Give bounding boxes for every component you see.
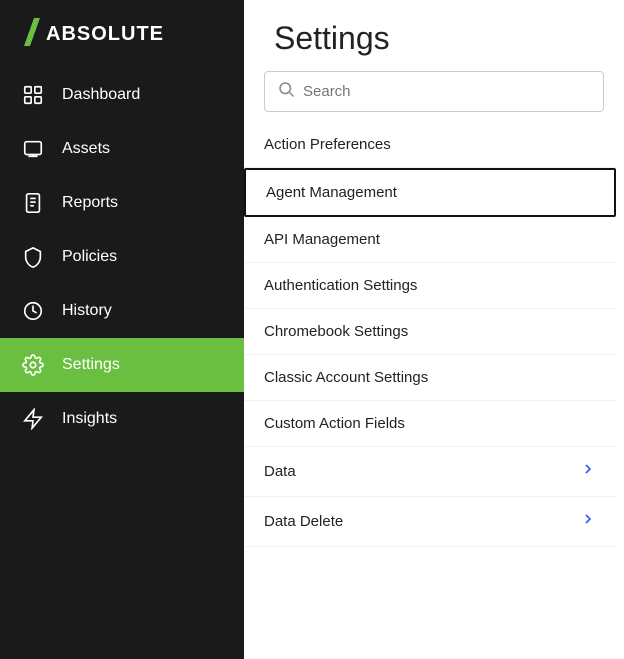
sidebar-item-history[interactable]: History [0, 284, 244, 338]
menu-item-label: API Management [264, 231, 380, 248]
sidebar: ABSOLUTE Dashboard Assets Reports Polic [0, 0, 244, 659]
logo-text: ABSOLUTE [46, 23, 164, 46]
sidebar-label-settings: Settings [62, 356, 120, 374]
sidebar-item-dashboard[interactable]: Dashboard [0, 68, 244, 122]
search-box [264, 71, 604, 112]
policies-icon [20, 244, 46, 270]
chevron-right-icon [580, 461, 596, 482]
assets-icon [20, 136, 46, 162]
sidebar-label-history: History [62, 302, 112, 320]
menu-item-authentication-settings[interactable]: Authentication Settings [244, 263, 616, 309]
sidebar-label-reports: Reports [62, 194, 118, 212]
search-icon [277, 80, 295, 103]
menu-item-label: Classic Account Settings [264, 369, 428, 386]
menu-item-label: Authentication Settings [264, 277, 417, 294]
settings-icon [20, 352, 46, 378]
menu-item-data[interactable]: Data [244, 447, 616, 497]
logo: ABSOLUTE [0, 0, 244, 68]
search-container [244, 71, 624, 122]
sidebar-item-insights[interactable]: Insights [0, 392, 244, 446]
menu-item-label: Data [264, 463, 296, 480]
nav-items: Dashboard Assets Reports Policies Histor [0, 68, 244, 659]
sidebar-label-dashboard: Dashboard [62, 86, 140, 104]
logo-slash-icon [20, 18, 42, 50]
menu-item-agent-management[interactable]: Agent Management [244, 168, 616, 217]
page-title: Settings [244, 0, 624, 71]
sidebar-label-policies: Policies [62, 248, 117, 266]
menu-item-api-management[interactable]: API Management [244, 217, 616, 263]
menu-item-label: Data Delete [264, 513, 343, 530]
history-icon [20, 298, 46, 324]
menu-item-label: Action Preferences [264, 136, 391, 153]
sidebar-item-policies[interactable]: Policies [0, 230, 244, 284]
insights-icon [20, 406, 46, 432]
sidebar-label-insights: Insights [62, 410, 117, 428]
main-content: Settings Action Preferences Agent Manage… [244, 0, 624, 659]
sidebar-item-settings[interactable]: Settings [0, 338, 244, 392]
menu-item-action-preferences[interactable]: Action Preferences [244, 122, 616, 168]
settings-menu-list: Action Preferences Agent Management API … [244, 122, 624, 659]
sidebar-item-reports[interactable]: Reports [0, 176, 244, 230]
search-input[interactable] [303, 83, 591, 100]
chevron-right-icon [580, 511, 596, 532]
dashboard-icon [20, 82, 46, 108]
menu-item-label: Custom Action Fields [264, 415, 405, 432]
menu-item-chromebook-settings[interactable]: Chromebook Settings [244, 309, 616, 355]
sidebar-label-assets: Assets [62, 140, 110, 158]
sidebar-item-assets[interactable]: Assets [0, 122, 244, 176]
menu-item-label: Agent Management [266, 184, 397, 201]
menu-item-classic-account-settings[interactable]: Classic Account Settings [244, 355, 616, 401]
menu-item-label: Chromebook Settings [264, 323, 408, 340]
menu-item-custom-action-fields[interactable]: Custom Action Fields [244, 401, 616, 447]
reports-icon [20, 190, 46, 216]
menu-item-data-delete[interactable]: Data Delete [244, 497, 616, 547]
